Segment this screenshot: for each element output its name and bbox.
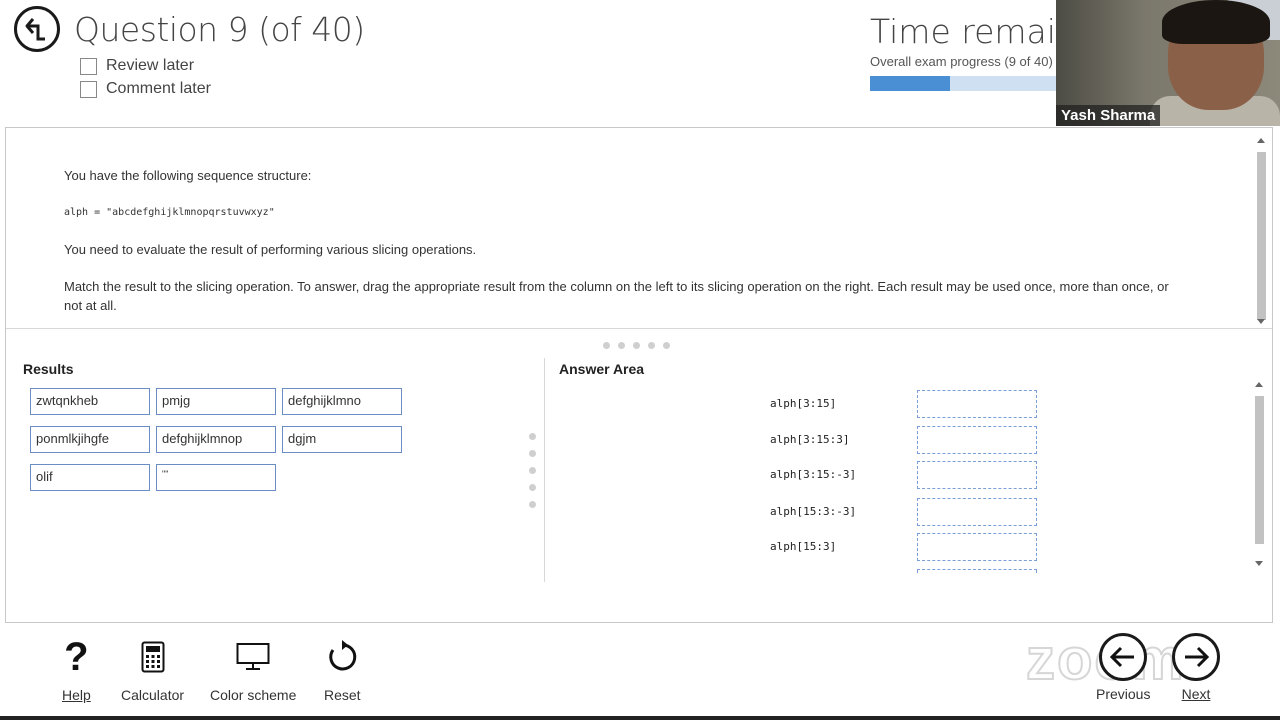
result-tile[interactable]: olif [30,464,150,491]
checkbox-box[interactable] [80,57,97,75]
result-tile[interactable]: defghijklmno [282,388,402,415]
question-title: Question 9 (of 40) [74,10,365,49]
answer-drop-target[interactable] [917,426,1037,454]
answer-drop-target[interactable] [917,533,1037,561]
back-to-top-button[interactable] [14,6,60,52]
question-line-2: You need to evaluate the result of perfo… [64,242,477,257]
results-heading: Results [23,361,74,377]
color-scheme-button[interactable]: Color scheme [210,637,296,703]
previous-button[interactable]: Previous [1096,633,1150,702]
webcam-video-tile: Yash Sharma [1056,0,1280,126]
question-panel: You have the following sequence structur… [5,127,1273,623]
participant-name: Yash Sharma [1056,105,1161,126]
result-tile[interactable]: "" [156,464,276,491]
help-button[interactable]: ? Help [62,637,91,703]
scroll-up-icon[interactable] [1255,382,1263,387]
calculator-label: Calculator [121,687,185,703]
participant-hair [1162,0,1270,44]
color-scheme-label: Color scheme [210,687,297,703]
answer-area-heading: Answer Area [559,361,645,377]
result-tile[interactable]: defghijklmnop [156,426,276,453]
result-tile[interactable]: dgjm [282,426,402,453]
next-button[interactable]: Next [1172,633,1220,702]
reset-label: Reset [324,687,361,703]
scroll-down-icon[interactable] [1255,561,1263,566]
time-remaining-title: Time remaining [870,12,1056,51]
slice-operation-label: alph[15:3:-3] [770,505,857,518]
question-mark-icon: ? [64,635,89,679]
calculator-icon [141,637,165,677]
column-divider [544,358,545,582]
arrow-up-left-icon [25,18,45,41]
reset-button[interactable]: Reset [324,637,361,703]
slice-operation-label: alph[3:15:-3] [770,468,857,481]
help-label: Help [62,687,91,703]
scroll-down-icon[interactable] [1257,319,1265,324]
comment-later-label: Comment later [106,80,211,97]
checkbox-box[interactable] [80,80,97,98]
sequence-code: alph = "abcdefghijklmnopqrstuvwxyz" [64,207,275,218]
exam-progress-bar [870,76,1056,91]
scroll-thumb[interactable] [1257,152,1266,320]
question-line-3: Match the result to the slicing operatio… [64,279,1169,313]
slice-operation-label: alph[3:15:3] [770,433,850,446]
answer-drop-target[interactable] [917,461,1037,489]
answer-drop-target[interactable] [917,498,1037,526]
result-tile[interactable]: pmjg [156,388,276,415]
question-scrollbar[interactable] [1255,136,1268,326]
answer-drop-target-partial[interactable] [917,569,1037,573]
progress-fill [870,76,950,91]
comment-later-checkbox[interactable]: Comment later [80,80,211,98]
horizontal-splitter-handle[interactable] [603,342,670,349]
result-tile[interactable]: zwtqnkheb [30,388,150,415]
pane-divider [6,328,1272,329]
arrow-right-icon [1172,633,1220,681]
window-bottom-border [0,716,1280,720]
calculator-button[interactable]: Calculator [121,637,184,703]
previous-label: Previous [1096,686,1151,702]
next-label: Next [1181,686,1211,702]
review-later-checkbox[interactable]: Review later [80,57,194,75]
scroll-up-icon[interactable] [1257,138,1265,143]
answer-area-scrollbar[interactable] [1253,380,1266,568]
question-stem: You have the following sequence structur… [64,166,1184,333]
monitor-icon [236,637,270,677]
scroll-thumb[interactable] [1255,396,1264,544]
answer-drop-target[interactable] [917,390,1037,418]
review-later-label: Review later [106,57,195,74]
result-tile[interactable]: ponmlkjihgfe [30,426,150,453]
reset-arrow-icon [325,637,359,677]
slice-operation-label: alph[15:3] [770,540,837,553]
vertical-splitter-handle[interactable] [529,433,536,508]
slice-operation-label: alph[3:15] [770,397,837,410]
progress-label: Overall exam progress (9 of 40) [870,54,1053,69]
question-line-1: You have the following sequence structur… [64,168,312,183]
arrow-left-icon [1099,633,1148,681]
